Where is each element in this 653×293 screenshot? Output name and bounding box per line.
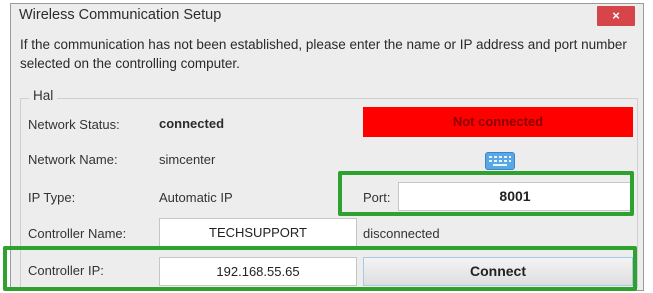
ip-type-value: Automatic IP	[159, 190, 233, 205]
controller-name-value: TECHSUPPORT	[209, 225, 307, 240]
connection-status-text: Not connected	[452, 114, 544, 129]
controller-name-label: Controller Name:	[28, 226, 127, 241]
network-name-label: Network Name:	[28, 152, 118, 167]
controller-ip-highlight-box	[3, 246, 637, 291]
network-name-value: simcenter	[159, 152, 216, 167]
close-button[interactable]: ×	[597, 6, 635, 26]
controller-status-text: disconnected	[363, 226, 440, 241]
window-title: Wireless Communication Setup	[19, 7, 222, 23]
connection-status-badge: Not connected	[363, 107, 633, 137]
group-legend: Hal	[29, 88, 58, 103]
port-highlight-box	[338, 171, 634, 216]
network-status-value: connected	[159, 116, 225, 131]
instructions-text: If the communication has not been establ…	[20, 37, 627, 71]
controller-name-input[interactable]: TECHSUPPORT	[159, 218, 357, 247]
keyboard-icon[interactable]	[485, 152, 515, 170]
network-status-label: Network Status:	[28, 117, 120, 132]
title-bar: Wireless Communication Setup ×	[11, 4, 643, 31]
close-icon: ×	[612, 8, 620, 23]
ip-type-label: IP Type:	[28, 190, 76, 205]
